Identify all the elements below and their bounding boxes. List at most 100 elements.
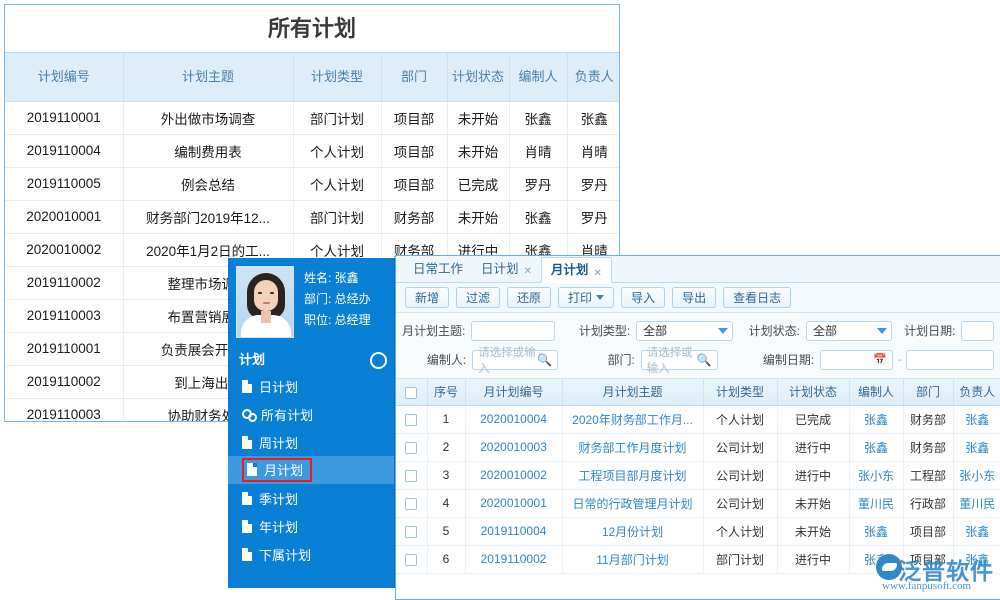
cell-no[interactable]: 2020010001 <box>465 489 562 517</box>
cell-subject[interactable]: 日常的行政管理月计划 <box>562 489 703 517</box>
cell-author[interactable]: 董川民 <box>849 489 903 517</box>
row-checkbox[interactable] <box>405 526 417 538</box>
user-profile: 姓名: 张鑫 部门: 总经办 职位: 总经理 <box>228 258 394 344</box>
table-row[interactable]: 120200100042020年财务部工作月...个人计划已完成张鑫财务部张鑫 <box>396 405 1000 433</box>
toolbar-button-0[interactable]: 新增 <box>405 287 449 308</box>
tab-1[interactable]: 日计划✕ <box>472 256 541 282</box>
grid-col-7: 部门 <box>903 379 953 405</box>
cell-owner[interactable]: 董川民 <box>953 489 1000 517</box>
sidebar-item-4[interactable]: 季计划 <box>228 484 394 512</box>
cell-subject: 外出做市场调查 <box>123 101 293 134</box>
profile-dept: 部门: 总经办 <box>304 289 371 310</box>
cell-seq: 6 <box>427 545 465 573</box>
document-icon <box>242 380 252 393</box>
row-checkbox[interactable] <box>405 414 417 426</box>
cell-subject[interactable]: 12月份计划 <box>562 517 703 545</box>
close-icon[interactable]: ✕ <box>524 259 532 285</box>
toolbar-button-1[interactable]: 过滤 <box>456 287 500 308</box>
label-plan-type: 计划类型: <box>577 322 630 339</box>
link-icon <box>242 408 256 421</box>
toolbar-button-label: 导出 <box>682 289 706 306</box>
cell-author[interactable]: 张鑫 <box>849 545 903 573</box>
toolbar-button-label: 导入 <box>631 289 655 306</box>
cell-owner[interactable]: 张小东 <box>953 461 1000 489</box>
plan-date-input[interactable] <box>961 321 994 341</box>
cell-owner[interactable]: 张鑫 <box>953 545 1000 573</box>
cell-no: 2019110002 <box>5 266 123 299</box>
table-row[interactable]: 5201911000412月份计划个人计划未开始张鑫项目部张鑫 <box>396 517 1000 545</box>
sidebar-item-3[interactable]: 月计划 <box>228 456 394 484</box>
toolbar-button-2[interactable]: 还原 <box>507 287 551 308</box>
sidebar-item-5[interactable]: 年计划 <box>228 512 394 540</box>
cell-status: 进行中 <box>777 461 849 489</box>
row-checkbox[interactable] <box>405 442 417 454</box>
table-row[interactable]: 2019110001外出做市场调查部门计划项目部未开始张鑫张鑫 <box>5 101 620 134</box>
document-icon <box>242 436 252 449</box>
cell-owner[interactable]: 张鑫 <box>953 433 1000 461</box>
label-author: 编制人: <box>402 351 466 368</box>
cell-subject[interactable]: 11月部门计划 <box>562 545 703 573</box>
cell-author[interactable]: 张鑫 <box>849 517 903 545</box>
cell-no[interactable]: 2019110002 <box>465 545 562 573</box>
cell-status: 未开始 <box>447 101 509 134</box>
table-row[interactable]: 22020010003财务部工作月度计划公司计划进行中张鑫财务部张鑫 <box>396 433 1000 461</box>
toolbar-button-3[interactable]: 打印 <box>558 287 614 308</box>
plan-type-value: 全部 <box>643 322 667 339</box>
cell-subject[interactable]: 工程项目部月度计划 <box>562 461 703 489</box>
cell-owner[interactable]: 张鑫 <box>953 405 1000 433</box>
table-row[interactable]: 2019110005例会总结个人计划项目部已完成罗丹罗丹 <box>5 167 620 200</box>
cell-no[interactable]: 2020010004 <box>465 405 562 433</box>
cell-subject[interactable]: 财务部工作月度计划 <box>562 433 703 461</box>
cell-dept: 财务部 <box>903 433 953 461</box>
cell-owner[interactable]: 张鑫 <box>953 517 1000 545</box>
calendar-icon[interactable]: 📅 <box>873 353 887 366</box>
cell-type: 个人计划 <box>703 517 777 545</box>
sidebar-item-2[interactable]: 周计划 <box>228 428 394 456</box>
subject-input[interactable] <box>471 321 555 341</box>
cell-no[interactable]: 2020010002 <box>465 461 562 489</box>
tab-2[interactable]: 月计划✕ <box>541 257 612 283</box>
dept-input[interactable]: 请选择或输入 🔍 <box>641 350 718 370</box>
sidebar-item-6[interactable]: 下属计划 <box>228 540 394 568</box>
grid-col-0 <box>396 379 427 405</box>
plan-type-select[interactable]: 全部 <box>636 321 732 341</box>
toolbar-button-5[interactable]: 导出 <box>672 287 716 308</box>
cell-no[interactable]: 2019110004 <box>465 517 562 545</box>
cell-type: 个人计划 <box>293 167 381 200</box>
toolbar-button-6[interactable]: 查看日志 <box>723 287 791 308</box>
cell-author[interactable]: 张鑫 <box>849 405 903 433</box>
cell-status: 未开始 <box>777 517 849 545</box>
close-icon[interactable]: ✕ <box>593 261 601 287</box>
cell-dept: 项目部 <box>381 167 447 200</box>
cell-dept: 行政部 <box>903 489 953 517</box>
row-checkbox-cell <box>396 405 427 433</box>
row-checkbox[interactable] <box>405 498 417 510</box>
table-row[interactable]: 2019110004编制费用表个人计划项目部未开始肖晴肖晴 <box>5 134 620 167</box>
cell-author[interactable]: 张小东 <box>849 461 903 489</box>
search-icon[interactable]: 🔍 <box>697 353 712 367</box>
sidebar-item-1[interactable]: 所有计划 <box>228 400 394 428</box>
row-checkbox-cell <box>396 517 427 545</box>
create-date-to-input[interactable] <box>906 350 994 370</box>
label-plan-date: 计划日期: <box>904 322 955 339</box>
cell-status: 未开始 <box>447 200 509 233</box>
gear-icon[interactable] <box>370 352 383 365</box>
author-input[interactable]: 请选择或输入 🔍 <box>472 350 558 370</box>
toolbar-button-4[interactable]: 导入 <box>621 287 665 308</box>
select-all-checkbox[interactable] <box>405 387 417 399</box>
row-checkbox[interactable] <box>405 470 417 482</box>
plan-status-select[interactable]: 全部 <box>806 321 892 341</box>
table-row[interactable]: 42020010001日常的行政管理月计划公司计划未开始董川民行政部董川民 <box>396 489 1000 517</box>
month-plan-window: 日常工作日计划✕月计划✕ 新增过滤还原打印导入导出查看日志 月计划主题: 计划类… <box>395 255 1000 600</box>
table-row[interactable]: 2020010001财务部门2019年12...部门计划财务部未开始张鑫罗丹 <box>5 200 620 233</box>
sidebar-item-0[interactable]: 日计划 <box>228 372 394 400</box>
tab-0[interactable]: 日常工作 <box>404 256 472 282</box>
cell-author[interactable]: 张鑫 <box>849 433 903 461</box>
table-row[interactable]: 6201911000211月部门计划部门计划进行中张鑫项目部张鑫 <box>396 545 1000 573</box>
row-checkbox[interactable] <box>405 554 417 566</box>
table-row[interactable]: 32020010002工程项目部月度计划公司计划进行中张小东工程部张小东 <box>396 461 1000 489</box>
cell-no[interactable]: 2020010003 <box>465 433 562 461</box>
cell-subject[interactable]: 2020年财务部工作月... <box>562 405 703 433</box>
create-date-from-input[interactable]: 📅 <box>820 350 892 370</box>
search-icon[interactable]: 🔍 <box>537 353 552 367</box>
